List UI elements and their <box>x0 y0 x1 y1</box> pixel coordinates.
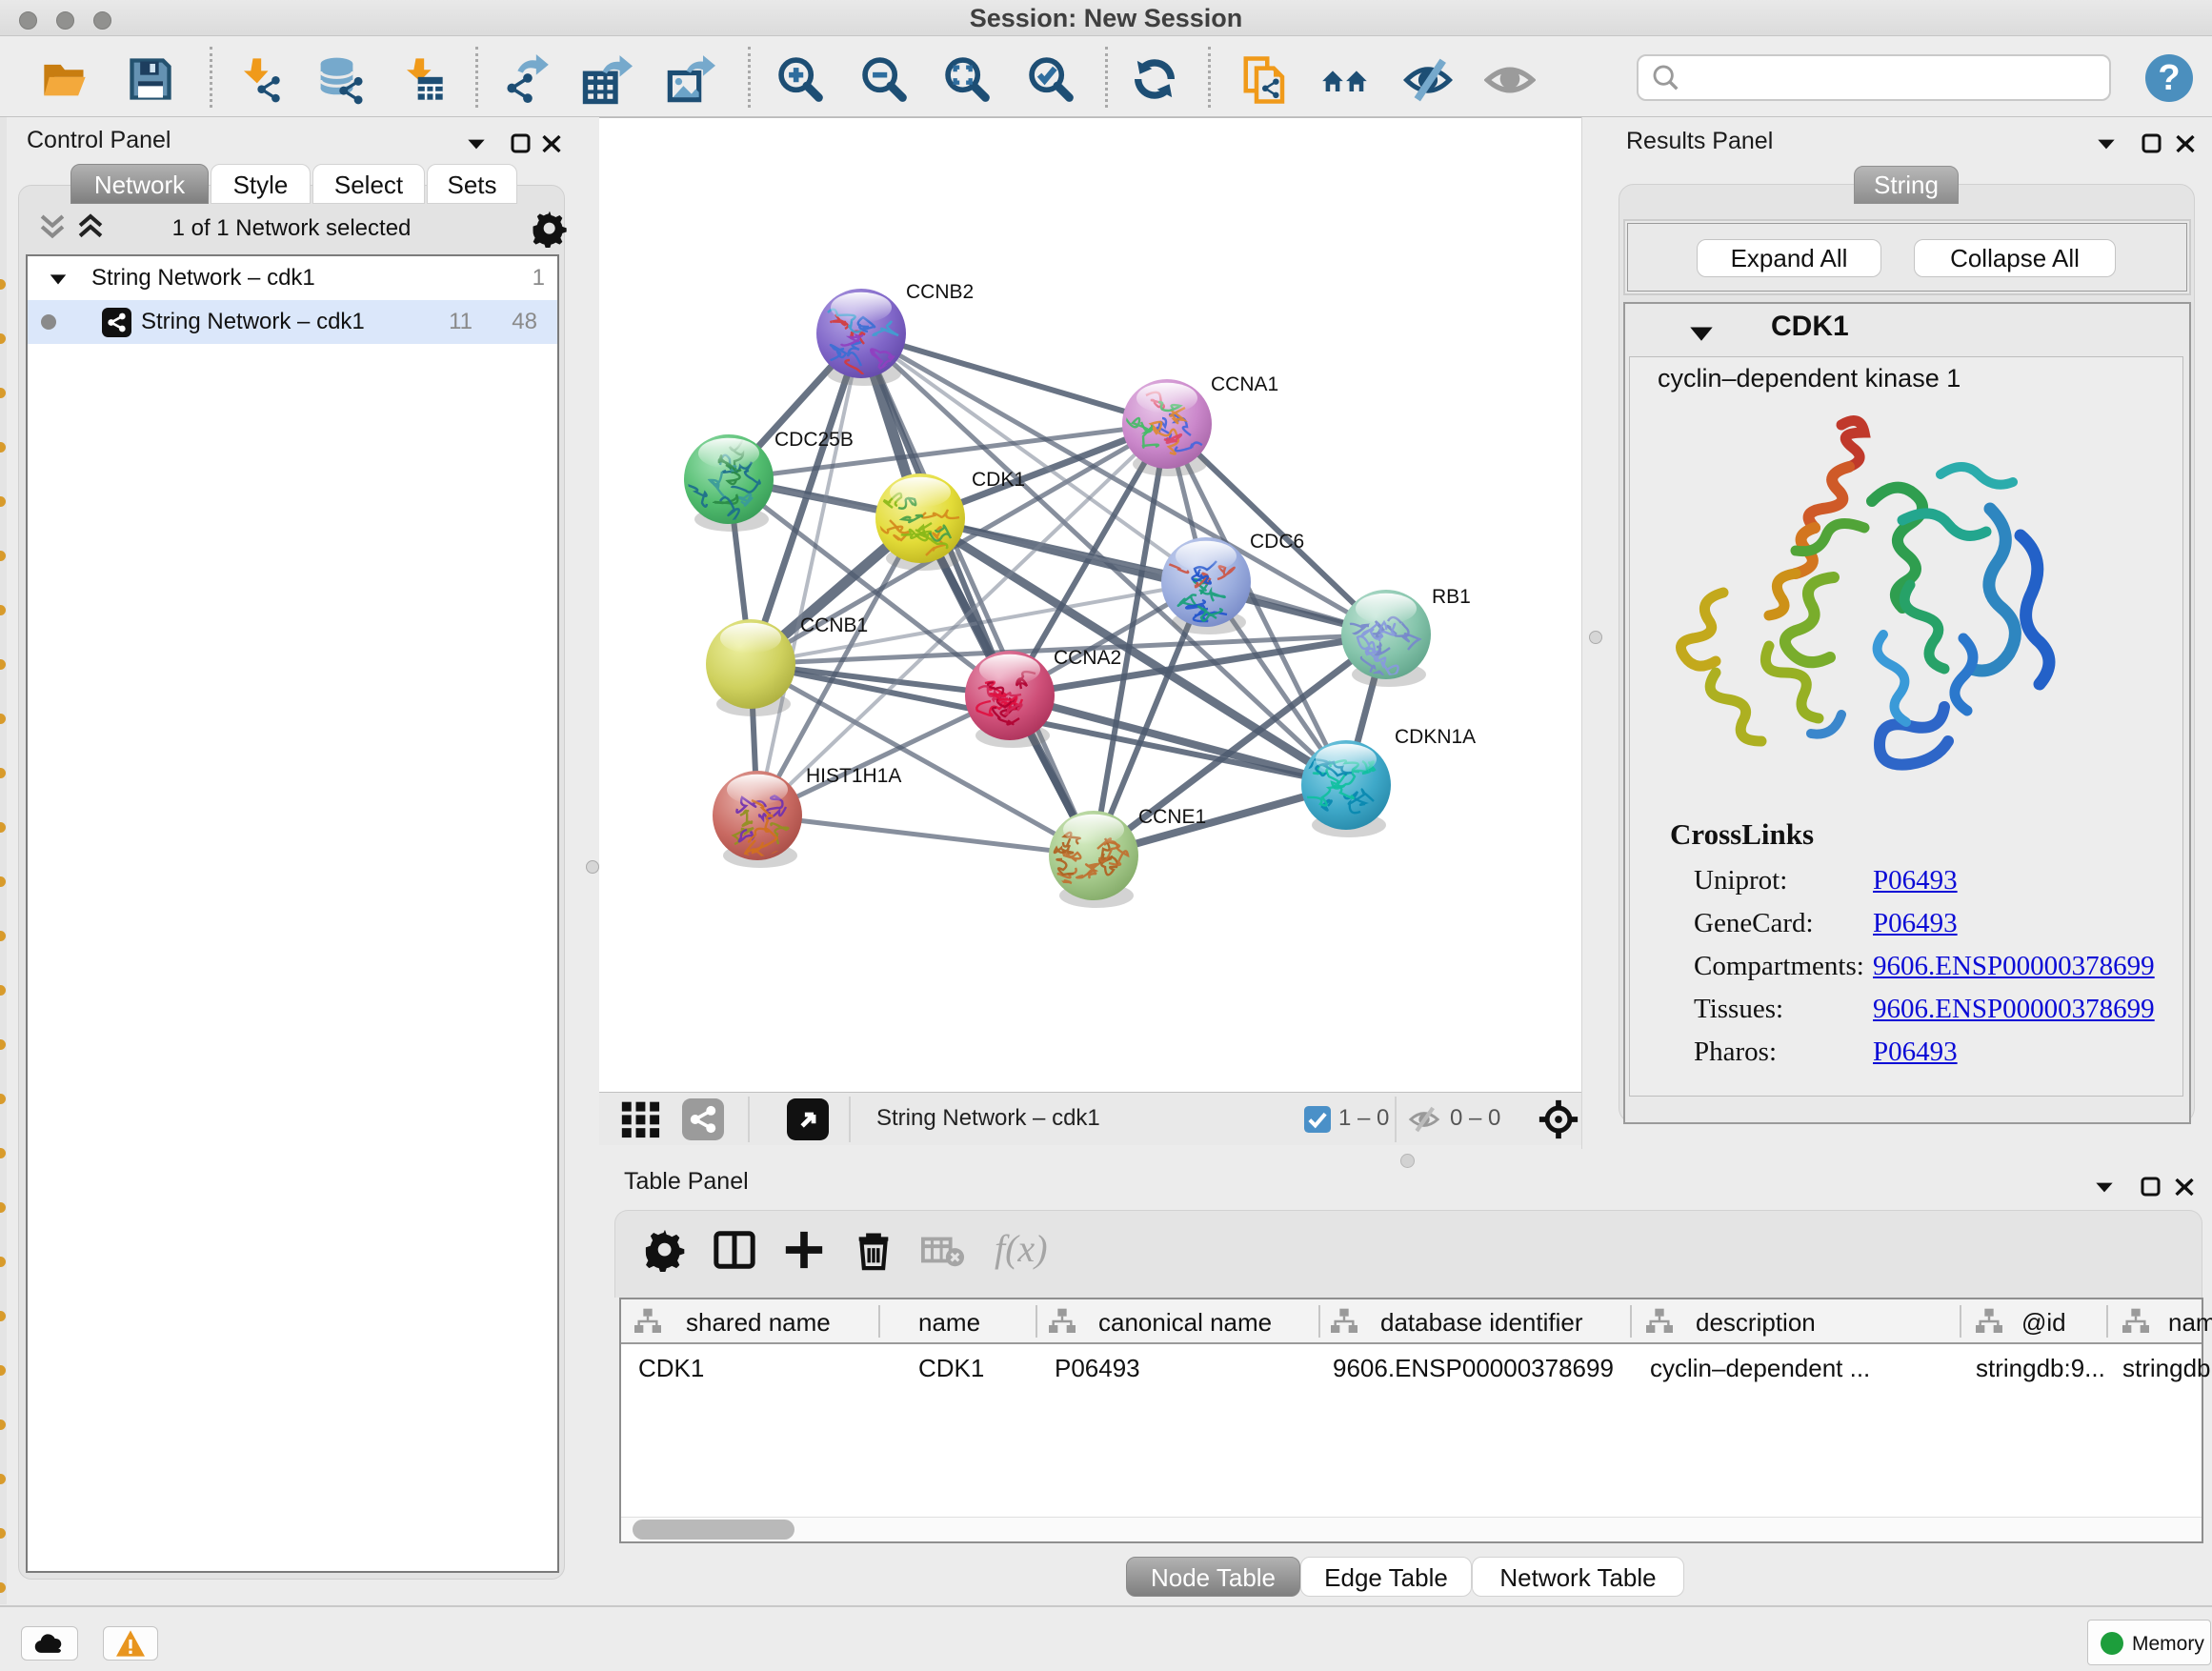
svg-text:CCNA1: CCNA1 <box>1211 373 1278 395</box>
svg-text:CDKN1A: CDKN1A <box>1395 726 1476 748</box>
svg-text:CDK1: CDK1 <box>972 469 1025 491</box>
svg-text:HIST1H1A: HIST1H1A <box>806 765 901 787</box>
svg-text:CDC25B: CDC25B <box>774 429 854 451</box>
svg-text:CDC6: CDC6 <box>1250 531 1304 553</box>
svg-text:CCNE1: CCNE1 <box>1138 806 1206 828</box>
svg-text:CCNA2: CCNA2 <box>1054 647 1121 669</box>
svg-text:CCNB1: CCNB1 <box>800 614 868 636</box>
svg-text:RB1: RB1 <box>1432 586 1471 608</box>
svg-text:CCNB2: CCNB2 <box>906 281 974 303</box>
